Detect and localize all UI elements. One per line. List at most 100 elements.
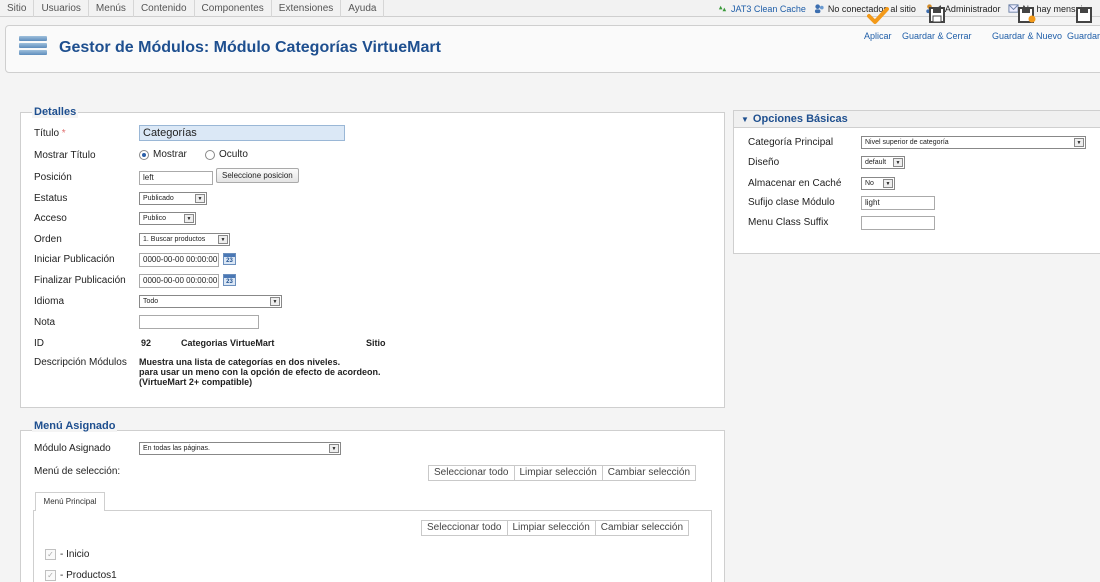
id-value: 92 [141,338,152,348]
end-publish-label: Finalizar Publicación [34,275,126,286]
select-position-button[interactable]: Seleccione posicion [216,168,299,183]
title-label: Título * [34,128,66,139]
clear-selection-button[interactable]: Limpiar selección [513,465,603,481]
show-title-label: Mostrar Título [34,150,96,161]
module-description: Muestra una lista de categorías en dos n… [139,357,381,387]
menu-item-checkbox[interactable]: ✓ - Inicio [45,549,89,560]
menu-item-componentes[interactable]: Componentes [195,0,272,17]
save-icon [928,7,945,23]
clear-selection-button[interactable]: Limpiar selección [506,520,596,536]
triangle-down-icon: ▼ [741,115,749,124]
menu-item-label: - Productos1 [60,570,117,581]
status-label: Estatus [34,193,68,204]
assigned-label: Módulo Asignado [34,443,111,454]
select-all-button[interactable]: Seleccionar todo [428,465,515,481]
access-select[interactable]: Publico ▼ [139,212,196,225]
apply-button[interactable]: Aplicar [864,7,892,41]
details-legend: Detalles [32,106,79,118]
check-icon [866,7,889,24]
users-icon [814,4,824,14]
module-manager-icon [19,36,47,62]
calendar-icon[interactable]: 23 [223,274,236,286]
language-select[interactable]: Todo ▼ [139,295,282,308]
tab-menu-principal[interactable]: Menú Principal [35,492,105,511]
menu-item-menus[interactable]: Menús [89,0,134,17]
assignment-value: En todas las páginas. [143,445,210,452]
calendar-icon[interactable]: 23 [223,253,236,265]
category-select[interactable]: Nivel superior de categoría ▼ [861,136,1086,149]
menu-item-contenido[interactable]: Contenido [134,0,195,17]
language-label: Idioma [34,296,65,307]
save-new-icon [1018,7,1036,23]
language-value: Todo [143,298,159,305]
save-new-label: Guardar & Nuevo [992,31,1063,41]
menu-item-usuarios[interactable]: Usuarios [34,0,89,17]
description-line: Muestra una lista de categorías en dos n… [139,357,341,367]
description-label: Descripción Módulos [34,357,127,368]
description-line: (VirtueMart 2+ compatible) [139,377,253,387]
select-all-button[interactable]: Seleccionar todo [421,520,508,536]
layout-value: default [865,159,887,166]
end-publish-input[interactable]: 0000-00-00 00:00:00 [139,274,219,288]
assignment-select[interactable]: En todas las páginas. ▼ [139,442,341,455]
chevron-down-icon: ▼ [218,235,228,244]
position-input[interactable]: left [139,171,213,185]
selection-buttons-outer: Seleccionar todo Limpiar selección Cambi… [428,465,697,481]
save-button[interactable]: Guardar [1067,7,1100,41]
radio-hide [205,149,215,160]
title-input[interactable]: Categorías [139,125,345,141]
selection-buttons-inner: Seleccionar todo Limpiar selección Cambi… [421,520,690,536]
toggle-selection-button[interactable]: Cambiar selección [601,465,697,481]
order-label: Orden [34,234,62,245]
chevron-down-icon: ▼ [1074,138,1084,147]
suffix-input[interactable]: light [861,196,935,210]
show-title-radio[interactable]: Mostrar [139,149,187,160]
cache-select[interactable]: No ▼ [861,177,895,190]
access-value: Publico [143,215,166,222]
status-select[interactable]: Publicado ▼ [139,192,207,205]
save-close-label: Guardar & Cerrar [902,31,972,41]
menu-suffix-label: Menu Class Suffix [748,217,829,228]
menu-suffix-input[interactable] [861,216,935,230]
id-label: ID [34,338,44,349]
description-line: para usar un meno con la opción de efect… [139,367,381,377]
layout-select[interactable]: default ▼ [861,156,905,169]
menu-item-ayuda[interactable]: Ayuda [341,0,385,17]
menu-item-label: - Inicio [60,549,90,560]
save-copy-icon [1075,7,1092,23]
checkbox: ✓ [45,549,56,560]
menu-assignment-legend: Menú Asignado [32,420,118,432]
menu-item-checkbox[interactable]: ✓ - Productos1 [45,570,117,581]
start-publish-input[interactable]: 0000-00-00 00:00:00 [139,253,219,267]
position-label: Posición [34,172,72,183]
order-select[interactable]: 1. Buscar productos ▼ [139,233,230,246]
checkbox: ✓ [45,570,56,581]
module-name: Categorias VirtueMart [181,338,275,348]
chevron-down-icon: ▼ [195,194,205,203]
suffix-label: Sufijo clase Módulo [748,197,835,208]
apply-label: Aplicar [864,31,892,41]
toggle-selection-button[interactable]: Cambiar selección [594,520,690,536]
save-close-button[interactable]: Guardar & Cerrar [902,7,972,41]
basic-options-header[interactable]: ▼ Opciones Básicas [734,111,1100,128]
note-input[interactable] [139,315,259,329]
chevron-down-icon: ▼ [329,444,339,453]
menu-item-sitio[interactable]: Sitio [0,0,35,17]
menu-item-extensiones[interactable]: Extensiones [272,0,342,17]
hide-title-radio[interactable]: Oculto [205,149,248,160]
layout-label: Diseño [748,157,780,168]
chevron-down-icon: ▼ [893,158,903,167]
client-value: Sitio [366,338,386,348]
clean-cache-link[interactable]: JAT3 Clean Cache [717,3,806,14]
cache-value: No [865,180,874,187]
main-menu: Sitio Usuarios Menús Contenido Component… [0,0,385,17]
save-new-button[interactable]: Guardar & Nuevo [992,7,1062,41]
start-publish-label: Iniciar Publicación [34,254,115,265]
basic-options-title: Opciones Básicas [752,113,848,125]
hide-option-label: Oculto [219,149,248,160]
cache-label: Almacenar en Caché [748,178,842,189]
category-label: Categoría Principal [748,137,834,148]
title-label-text: Título [34,128,60,139]
save-label: Guardar [1067,31,1100,41]
order-value: 1. Buscar productos [143,236,206,243]
